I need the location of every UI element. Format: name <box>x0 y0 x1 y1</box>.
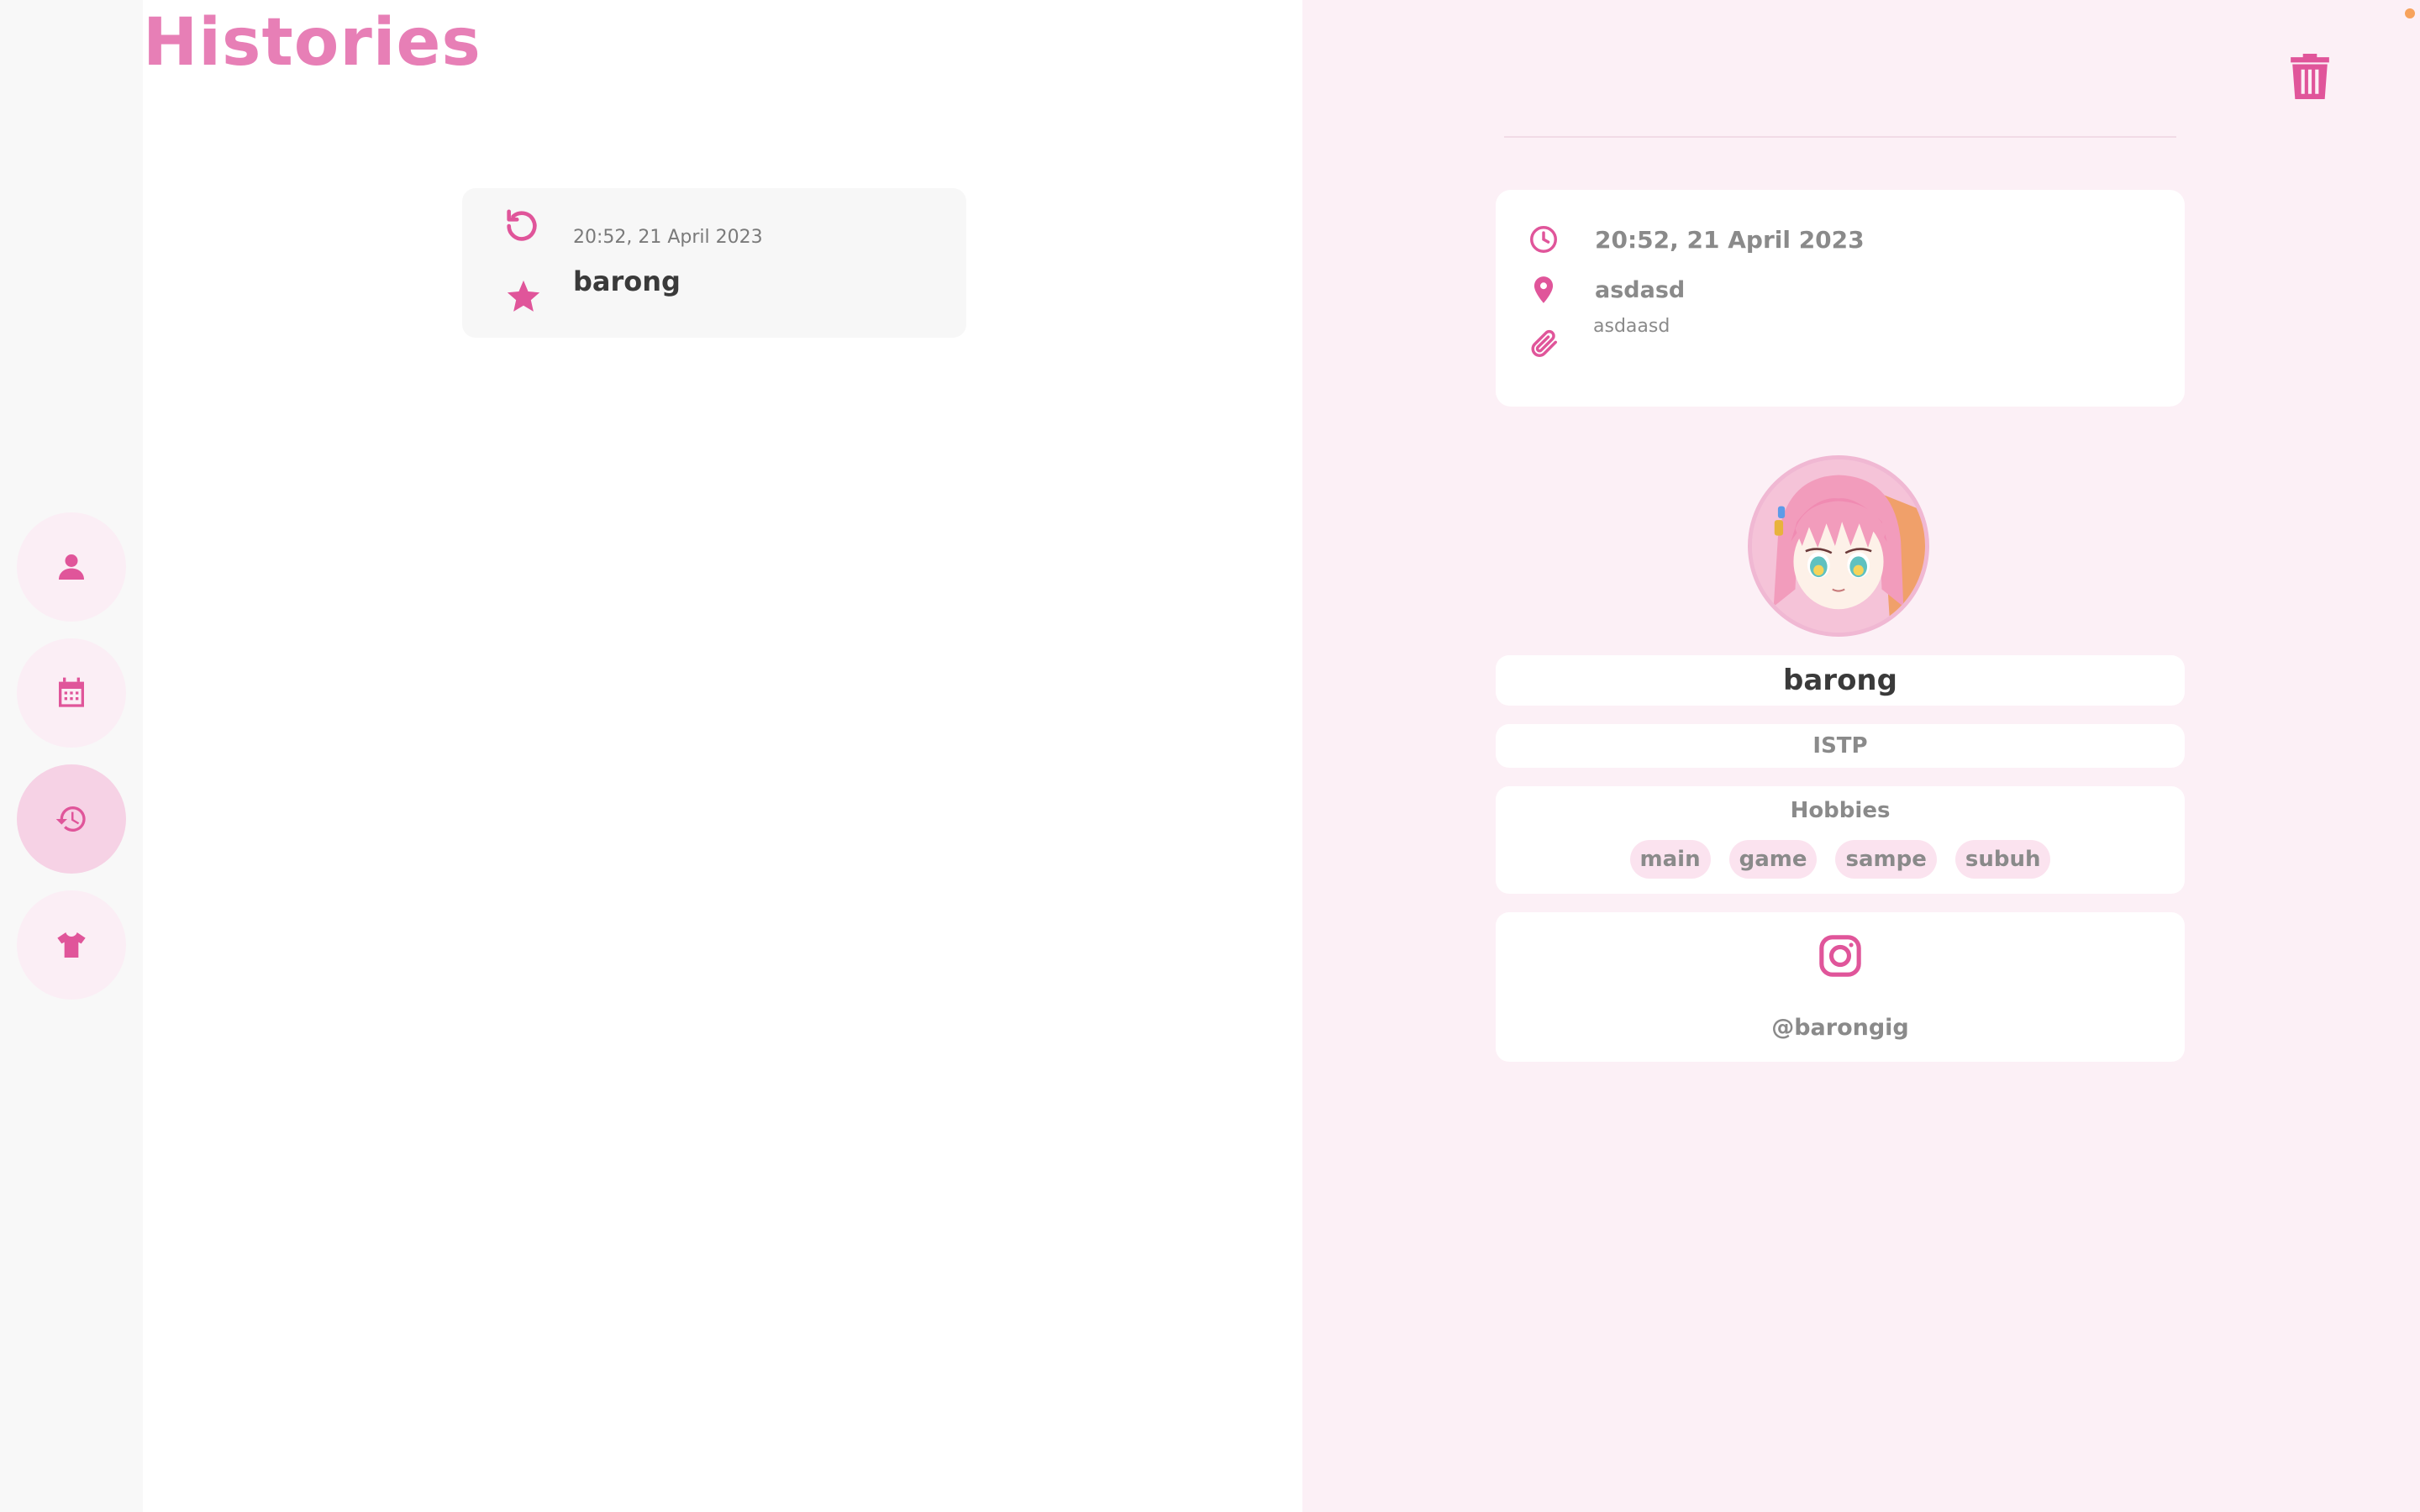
personality-type: ISTP <box>1812 733 1868 759</box>
location-row: asdasd <box>1528 274 1685 306</box>
nav-calendar-button[interactable] <box>17 638 126 748</box>
hobby-tags: main game sampe subuh <box>1496 840 2185 879</box>
user-icon <box>59 554 84 580</box>
profile-name-card: barong <box>1496 655 2185 706</box>
star-icon <box>507 280 540 312</box>
hobby-tag: game <box>1728 840 1818 879</box>
location-text: asdasd <box>1595 276 1686 303</box>
calendar-icon <box>59 677 84 707</box>
hobby-tag: subuh <box>1954 840 2051 879</box>
instagram-icon[interactable] <box>1817 932 1864 979</box>
hobbies-card: Hobbies main game sampe subuh <box>1496 786 2185 894</box>
attachment-row: asdaasd <box>1528 316 1670 360</box>
nav-history-button[interactable] <box>17 764 126 874</box>
hobby-tag: sampe <box>1835 840 1937 879</box>
history-icon <box>55 806 86 832</box>
instagram-card: @barongig <box>1496 912 2185 1062</box>
profile-name: barong <box>1783 664 1897 697</box>
nav-outfit-button[interactable] <box>17 890 126 1000</box>
avatar-illustration <box>1752 459 1925 633</box>
trash-icon[interactable] <box>2289 54 2331 99</box>
history-info-card: 20:52, 21 April 2023 asdasd asdaasd <box>1496 190 2185 407</box>
status-dot <box>2405 8 2415 18</box>
history-list-item[interactable]: 20:52, 21 April 2023 barong <box>462 188 966 338</box>
histories-panel: Histories 20:52, 21 April 2023 barong <box>143 0 1302 1512</box>
undo-icon <box>507 209 537 241</box>
clock-icon <box>1530 226 1557 253</box>
page-title: Histories <box>143 5 481 81</box>
datetime-row: 20:52, 21 April 2023 <box>1528 223 1865 255</box>
history-item-date: 20:52, 21 April 2023 <box>573 227 763 248</box>
datetime-text: 20:52, 21 April 2023 <box>1595 225 1865 254</box>
attachment-text: asdaasd <box>1593 316 1670 337</box>
shirt-icon <box>57 932 86 958</box>
avatar <box>1748 455 1929 637</box>
divider <box>1504 136 2176 138</box>
nav-profile-button[interactable] <box>17 512 126 622</box>
history-detail-panel: 20:52, 21 April 2023 asdasd asdaasd baro… <box>1302 0 2420 1512</box>
paperclip-icon <box>1531 329 1557 357</box>
personality-card: ISTP <box>1496 724 2185 768</box>
side-navigation <box>0 0 143 1512</box>
hobbies-title: Hobbies <box>1790 798 1891 823</box>
hobby-tag: main <box>1629 840 1711 879</box>
instagram-handle[interactable]: @barongig <box>1496 1015 2185 1041</box>
location-pin-icon <box>1534 276 1554 303</box>
history-item-name: barong <box>573 265 681 297</box>
